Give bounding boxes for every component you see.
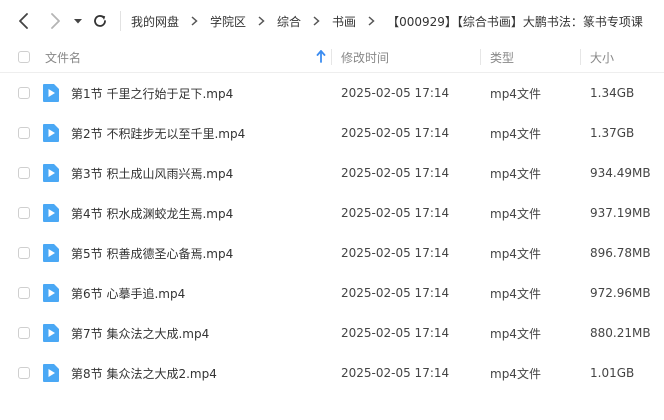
file-type: mp4文件	[490, 286, 541, 301]
chevron-right-icon	[258, 16, 265, 26]
refresh-icon	[94, 15, 106, 27]
breadcrumb-item-general[interactable]: 综合	[277, 13, 301, 30]
file-modified-time: 2025-02-05 17:14	[341, 206, 450, 220]
file-size: 937.19MB	[590, 206, 651, 220]
column-header-type[interactable]: 类型	[490, 42, 514, 72]
chevron-right-icon	[368, 16, 375, 26]
breadcrumb-item-current-folder[interactable]: 【000929】【综合书画】大鹏书法：篆书专项课	[387, 13, 643, 30]
file-name[interactable]: 第7节 集众法之大成.mp4	[71, 313, 209, 353]
file-row[interactable]: 第1节 千里之行始于足下.mp4 2025-02-05 17:14 mp4文件 1.3…	[0, 73, 664, 113]
column-header-name[interactable]: 文件名	[45, 42, 81, 72]
column-divider[interactable]	[331, 49, 332, 65]
caret-down-icon	[74, 19, 82, 24]
file-type: mp4文件	[490, 166, 541, 181]
chevron-right-icon	[191, 16, 198, 26]
file-row[interactable]: 第8节 集众法之大成2.mp4 2025-02-05 17:14 mp4文件 1.01…	[0, 353, 664, 393]
file-modified-time: 2025-02-05 17:14	[341, 126, 450, 140]
file-modified-time: 2025-02-05 17:14	[341, 166, 450, 180]
chevron-left-icon	[19, 13, 28, 29]
row-checkbox[interactable]	[18, 287, 30, 299]
file-row[interactable]: 第3节 积土成山风雨兴焉.mp4 2025-02-05 17:14 mp4文件 934…	[0, 153, 664, 193]
forward-button[interactable]	[43, 9, 67, 33]
video-file-icon	[43, 204, 59, 222]
video-file-icon	[43, 164, 59, 182]
row-checkbox[interactable]	[18, 167, 30, 179]
file-size: 1.01GB	[590, 366, 635, 380]
file-name[interactable]: 第5节 积善成德圣心备焉.mp4	[71, 233, 233, 273]
column-header-size[interactable]: 大小	[590, 42, 614, 72]
file-size: 1.34GB	[590, 86, 635, 100]
file-type: mp4文件	[490, 326, 541, 341]
row-checkbox[interactable]	[18, 127, 30, 139]
file-size: 972.96MB	[590, 286, 651, 300]
breadcrumb-item-academy[interactable]: 学院区	[210, 13, 246, 30]
column-header-modified[interactable]: 修改时间	[341, 42, 389, 72]
file-row[interactable]: 第6节 心摹手追.mp4 2025-02-05 17:14 mp4文件 972.96M…	[0, 273, 664, 313]
file-modified-time: 2025-02-05 17:14	[341, 326, 450, 340]
file-modified-time: 2025-02-05 17:14	[341, 366, 450, 380]
row-checkbox[interactable]	[18, 367, 30, 379]
video-file-icon	[43, 84, 59, 102]
file-type: mp4文件	[490, 86, 541, 101]
chevron-right-icon	[313, 16, 320, 26]
breadcrumb: 我的网盘 学院区 综合 书画 【000929】【综合书画】大鹏书法：篆书专项课	[131, 0, 643, 42]
back-button[interactable]	[12, 9, 36, 33]
file-name[interactable]: 第1节 千里之行始于足下.mp4	[71, 73, 233, 113]
row-checkbox[interactable]	[18, 207, 30, 219]
video-file-icon	[43, 364, 59, 382]
column-divider[interactable]	[480, 49, 481, 65]
file-size: 896.78MB	[590, 246, 651, 260]
column-divider[interactable]	[580, 49, 581, 65]
file-type: mp4文件	[490, 126, 541, 141]
file-row[interactable]: 第7节 集众法之大成.mp4 2025-02-05 17:14 mp4文件 880.2…	[0, 313, 664, 353]
nav-divider	[120, 11, 121, 31]
video-file-icon	[43, 124, 59, 142]
history-dropdown-button[interactable]	[66, 9, 90, 33]
file-name[interactable]: 第8节 集众法之大成2.mp4	[71, 353, 217, 393]
file-type: mp4文件	[490, 206, 541, 221]
file-name[interactable]: 第2节 不积跬步无以至千里.mp4	[71, 113, 245, 153]
sort-arrow-up-icon[interactable]	[316, 50, 326, 63]
video-file-icon	[43, 284, 59, 302]
file-type: mp4文件	[490, 366, 541, 381]
file-name[interactable]: 第6节 心摹手追.mp4	[71, 273, 185, 313]
file-row[interactable]: 第4节 积水成渊蛟龙生焉.mp4 2025-02-05 17:14 mp4文件 937…	[0, 193, 664, 233]
file-row[interactable]: 第2节 不积跬步无以至千里.mp4 2025-02-05 17:14 mp4文件 1.…	[0, 113, 664, 153]
file-row[interactable]: 第5节 积善成德圣心备焉.mp4 2025-02-05 17:14 mp4文件 896…	[0, 233, 664, 273]
video-file-icon	[43, 244, 59, 262]
file-modified-time: 2025-02-05 17:14	[341, 246, 450, 260]
breadcrumb-item-my-drive[interactable]: 我的网盘	[131, 13, 179, 30]
file-size: 880.21MB	[590, 326, 651, 340]
file-type: mp4文件	[490, 246, 541, 261]
file-name[interactable]: 第4节 积水成渊蛟龙生焉.mp4	[71, 193, 233, 233]
chevron-right-icon	[51, 13, 60, 29]
file-list-header: 文件名 修改时间 类型 大小	[0, 42, 664, 73]
file-size: 934.49MB	[590, 166, 651, 180]
file-modified-time: 2025-02-05 17:14	[341, 86, 450, 100]
row-checkbox[interactable]	[18, 247, 30, 259]
file-modified-time: 2025-02-05 17:14	[341, 286, 450, 300]
row-checkbox[interactable]	[18, 327, 30, 339]
video-file-icon	[43, 324, 59, 342]
breadcrumb-item-calligraphy[interactable]: 书画	[332, 13, 356, 30]
row-checkbox[interactable]	[18, 87, 30, 99]
select-all-checkbox[interactable]	[18, 51, 30, 63]
refresh-button[interactable]	[88, 9, 112, 33]
file-name[interactable]: 第3节 积土成山风雨兴焉.mp4	[71, 153, 233, 193]
navigation-bar: 我的网盘 学院区 综合 书画 【000929】【综合书画】大鹏书法：篆书专项课	[0, 0, 664, 42]
file-size: 1.37GB	[590, 126, 635, 140]
